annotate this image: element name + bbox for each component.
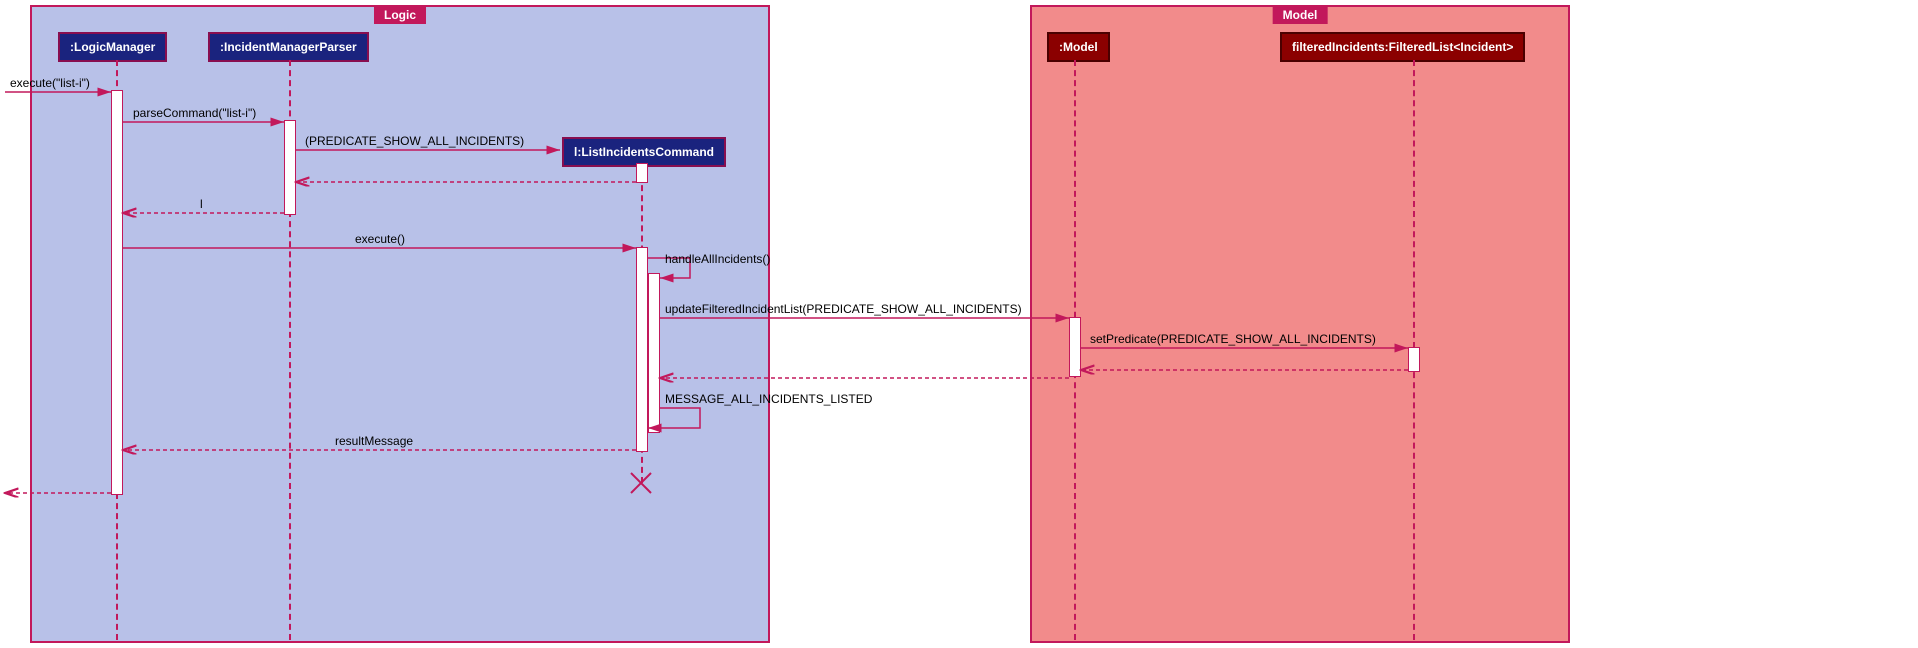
msg-update-filtered: updateFilteredIncidentList(PREDICATE_SHO… bbox=[665, 302, 1022, 316]
participant-filtered-incidents: filteredIncidents:FilteredList<Incident> bbox=[1280, 32, 1525, 62]
msg-return-l: l bbox=[200, 197, 203, 211]
msg-handle-all: handleAllIncidents() bbox=[665, 252, 770, 266]
logic-title: Logic bbox=[374, 6, 426, 24]
activation-lic-create bbox=[636, 163, 648, 183]
msg-execute-empty: execute() bbox=[355, 232, 405, 246]
msg-result-message: resultMessage bbox=[335, 434, 413, 448]
participant-logic-manager: :LogicManager bbox=[58, 32, 167, 62]
activation-lic-exec bbox=[636, 247, 648, 452]
msg-parse-command: parseCommand("list-i") bbox=[133, 106, 256, 120]
msg-execute-listi: execute("list-i") bbox=[10, 76, 90, 90]
activation-lic-handle bbox=[648, 273, 660, 433]
msg-message-all: MESSAGE_ALL_INCIDENTS_LISTED bbox=[665, 392, 872, 406]
model-title: Model bbox=[1273, 6, 1328, 24]
activation-imp-1 bbox=[284, 120, 296, 215]
activation-model bbox=[1069, 317, 1081, 377]
msg-set-predicate: setPredicate(PREDICATE_SHOW_ALL_INCIDENT… bbox=[1090, 332, 1376, 346]
activation-logic-manager bbox=[111, 90, 123, 495]
participant-incident-manager-parser: :IncidentManagerParser bbox=[208, 32, 369, 62]
activation-filtered bbox=[1408, 347, 1420, 372]
msg-predicate-create: (PREDICATE_SHOW_ALL_INCIDENTS) bbox=[305, 134, 524, 148]
model-box: Model bbox=[1030, 5, 1570, 643]
participant-model: :Model bbox=[1047, 32, 1110, 62]
